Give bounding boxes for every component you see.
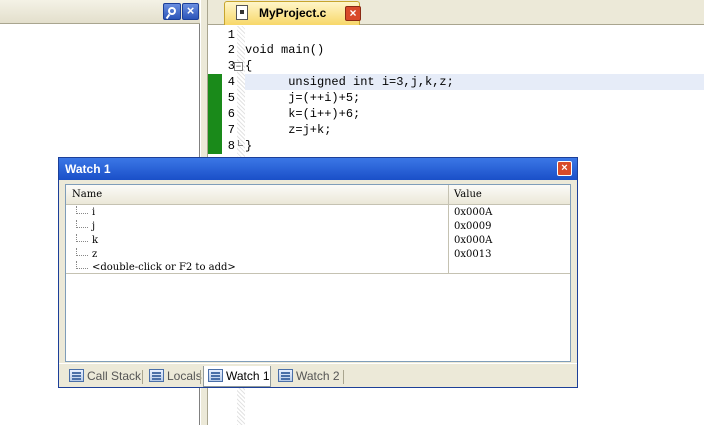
tab-watch-1-label: Watch 1 xyxy=(226,369,270,383)
watch-list[interactable]: Name Value i 0x000A j 0x0009 k 0x000A z … xyxy=(65,184,571,362)
line-number: 4 xyxy=(227,75,235,89)
line-number: 5 xyxy=(227,91,235,105)
watch-row[interactable]: i 0x000A xyxy=(66,206,570,220)
line-number: 7 xyxy=(227,123,235,137)
watch-row-name: z xyxy=(92,249,98,260)
watch-row-name: k xyxy=(92,235,99,246)
tab-watch-1[interactable]: Watch 1 xyxy=(203,366,271,387)
code-line: void main() xyxy=(245,43,325,57)
tree-connector xyxy=(76,248,88,256)
watch-window: Watch 1 × Name Value i 0x000A j 0x0009 k… xyxy=(58,157,578,388)
executed-line-marker xyxy=(208,122,222,138)
locals-icon xyxy=(149,369,164,382)
tab-separator xyxy=(142,370,143,384)
watch-tab-bar: Call Stack Locals Watch 1 Watch 2 xyxy=(59,363,577,387)
watch-row-name: i xyxy=(92,207,96,218)
column-header-value[interactable]: Value xyxy=(454,189,482,200)
current-code-line: unsigned int i=3,j,k,z; xyxy=(245,74,704,90)
watch-title: Watch 1 xyxy=(65,162,111,176)
line-number: 8 xyxy=(227,139,235,153)
tab-separator xyxy=(200,370,201,384)
tab-call-stack-label: Call Stack xyxy=(87,369,142,383)
project-pane-header: × xyxy=(0,0,200,24)
fold-end-marker xyxy=(238,140,243,146)
tree-connector xyxy=(76,206,88,214)
executed-line-marker xyxy=(208,138,222,154)
code-line: } xyxy=(245,139,253,153)
close-icon[interactable]: × xyxy=(182,3,199,20)
document-icon xyxy=(236,5,248,20)
code-line: { xyxy=(245,59,253,73)
line-number: 1 xyxy=(227,28,235,42)
tab-close-icon[interactable]: × xyxy=(345,6,361,21)
watch-titlebar[interactable]: Watch 1 × xyxy=(59,158,577,180)
watch-icon xyxy=(278,369,293,382)
tab-call-stack[interactable]: Call Stack xyxy=(65,366,141,387)
watch-row-value: 0x0009 xyxy=(454,221,492,232)
tab-locals[interactable]: Locals xyxy=(145,366,202,387)
watch-header: Name Value xyxy=(66,185,570,205)
code-line: z=j+k; xyxy=(245,123,332,137)
close-icon[interactable]: × xyxy=(557,161,572,176)
line-number: 2 xyxy=(227,43,235,57)
call-stack-icon xyxy=(69,369,84,382)
pin-stem xyxy=(165,13,171,20)
watch-icon xyxy=(208,369,223,382)
watch-row[interactable]: z 0x0013 xyxy=(66,248,570,262)
tab-watch-2[interactable]: Watch 2 xyxy=(274,366,342,387)
fold-collapse-icon[interactable]: − xyxy=(234,62,243,71)
watch-row-value: 0x000A xyxy=(454,235,493,246)
watch-row-value: 0x000A xyxy=(454,207,493,218)
line-number: 6 xyxy=(227,107,235,121)
executed-line-marker xyxy=(208,74,222,90)
executed-line-marker xyxy=(208,106,222,122)
file-tab-label: MyProject.c xyxy=(259,6,327,20)
tree-connector xyxy=(76,261,88,269)
watch-row[interactable]: j 0x0009 xyxy=(66,220,570,234)
rows-divider xyxy=(66,273,570,274)
tab-locals-label: Locals xyxy=(167,369,202,383)
code-line: j=(++i)+5; xyxy=(245,91,361,105)
executed-line-marker xyxy=(208,90,222,106)
watch-row-value: 0x0013 xyxy=(454,249,492,260)
watch-row-name: j xyxy=(92,221,96,232)
editor-tab-bar: MyProject.c × xyxy=(208,0,704,25)
file-tab[interactable]: MyProject.c × xyxy=(224,1,361,25)
tree-connector xyxy=(76,220,88,228)
watch-row[interactable]: k 0x000A xyxy=(66,234,570,248)
code-line: k=(i++)+6; xyxy=(245,107,361,121)
column-header-name[interactable]: Name xyxy=(72,189,102,200)
tab-watch-2-label: Watch 2 xyxy=(296,369,340,383)
pin-icon[interactable] xyxy=(163,3,181,20)
tree-connector xyxy=(76,234,88,242)
tab-separator xyxy=(343,370,344,384)
